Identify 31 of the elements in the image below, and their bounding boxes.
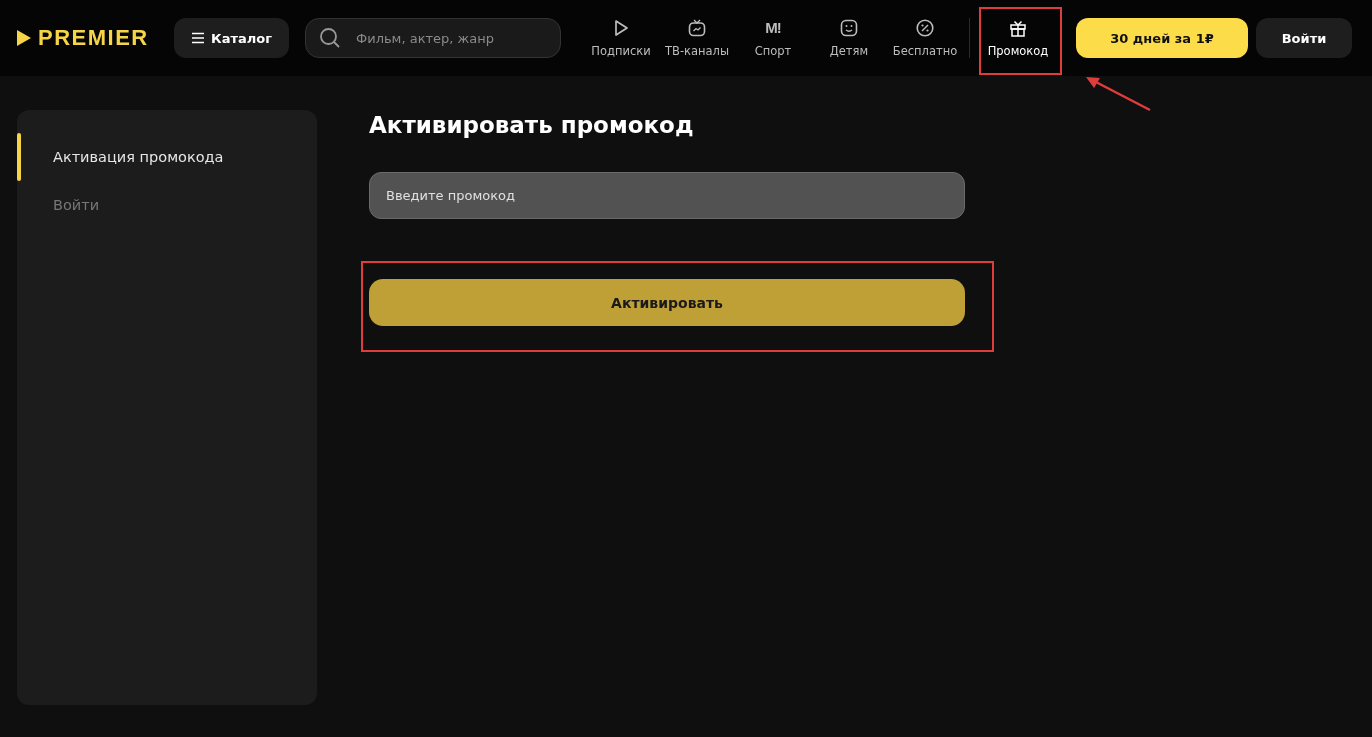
nav-item[interactable]: ТВ-каналы <box>661 6 733 70</box>
nav-item[interactable]: Бесплатно <box>889 6 961 70</box>
nav-label: Промокод <box>987 44 1049 58</box>
gift-icon <box>1008 18 1028 38</box>
sidebar-item[interactable]: Войти <box>17 181 317 229</box>
nav-label: Бесплатно <box>892 44 958 58</box>
discount-icon <box>915 18 935 38</box>
menu-icon <box>191 32 205 44</box>
page-title: Активировать промокод <box>369 111 695 140</box>
catalog-button[interactable]: Каталог <box>174 18 289 58</box>
nav-item[interactable]: M! Спорт <box>737 6 809 70</box>
active-indicator <box>17 133 21 181</box>
smiley-icon <box>839 18 859 38</box>
logo-text[interactable]: PREMIER <box>38 25 149 51</box>
nav-item[interactable]: Детям <box>813 6 885 70</box>
annotation-arrow <box>1086 77 1151 112</box>
activate-button[interactable]: Активировать <box>369 279 965 326</box>
nav-label: ТВ-каналы <box>664 44 730 58</box>
nav-item[interactable]: Промокод <box>976 6 1060 70</box>
play-logo-icon <box>16 29 32 47</box>
nav-item[interactable]: Подписки <box>585 6 657 70</box>
trial-button[interactable]: 30 дней за 1₽ <box>1076 18 1248 58</box>
tv-icon <box>687 18 707 38</box>
search-field[interactable]: Фильм, актер, жанр <box>305 18 561 58</box>
login-button[interactable]: Войти <box>1256 18 1352 58</box>
promo-code-field[interactable]: Введите промокод <box>369 172 965 219</box>
sport-logo: M! <box>765 18 781 38</box>
nav-label: Детям <box>829 44 869 58</box>
nav-label: Спорт <box>754 44 792 58</box>
nav-label: Подписки <box>591 44 651 58</box>
sidebar-item[interactable]: Активация промокода <box>17 133 317 181</box>
